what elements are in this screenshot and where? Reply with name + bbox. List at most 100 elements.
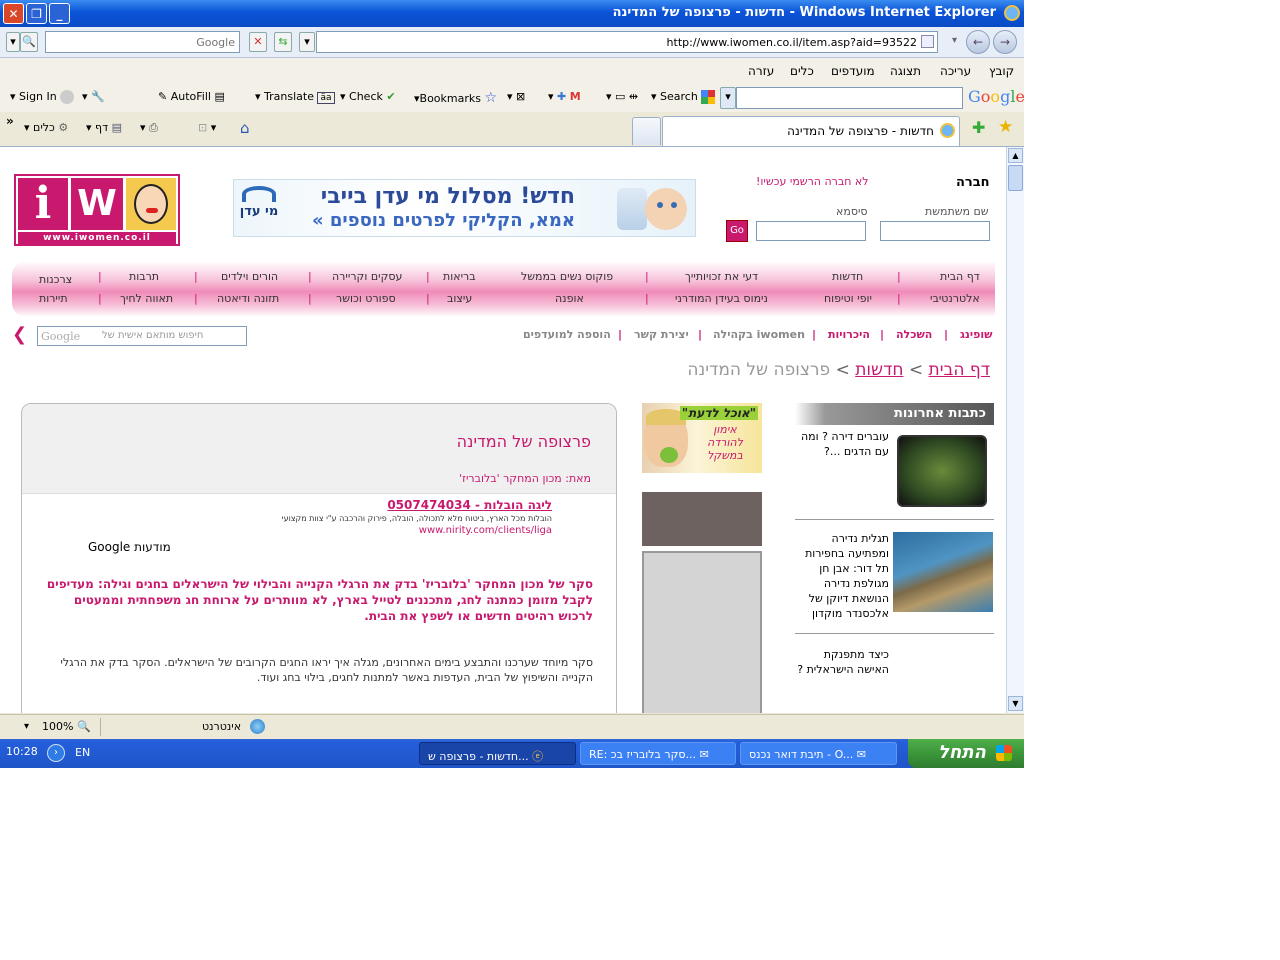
minimize-button[interactable]: _ (49, 3, 70, 24)
more-tools-chevron-icon[interactable]: » (6, 114, 14, 128)
autofill-button[interactable]: ✎ AutoFill ▤ (158, 90, 225, 103)
favorites-star-icon[interactable]: ★ (998, 117, 1013, 137)
subnav-community[interactable]: בקהילה iwomen (713, 328, 805, 341)
back-icon[interactable]: ← (966, 30, 990, 54)
menu-view[interactable]: תצוגה (890, 64, 921, 78)
latest-item[interactable]: תגלית נדירה ומפתיעה בחפירות תל דור: אבן … (795, 527, 994, 632)
nav-nutrition[interactable]: תזונה ודיאטה (217, 292, 279, 305)
ad-text: אימון להורדה במשקל (707, 423, 743, 462)
vertical-scrollbar[interactable]: ▲ ▼ (1006, 147, 1024, 713)
nav-tourism[interactable]: תיירות (39, 292, 68, 305)
address-field[interactable]: http://www.iwomen.co.il/item.asp?aid=935… (316, 31, 938, 53)
nav-news[interactable]: חדשות (832, 270, 863, 283)
breadcrumb-news[interactable]: חדשות (855, 360, 903, 380)
breadcrumb-home[interactable]: דף הבית (929, 360, 990, 380)
site-logo[interactable]: i W www.iwomen.co.il (14, 174, 180, 246)
nav-etiquette[interactable]: נימוס בעידן המודרני (675, 292, 768, 305)
ie-search-input[interactable] (45, 31, 240, 53)
username-input[interactable] (880, 221, 990, 241)
refresh-icon[interactable]: ⇆ (274, 32, 292, 52)
ad-title[interactable]: ליגה הובלות - 0507474034 (387, 498, 552, 512)
settings-wrench-icon[interactable]: ▾ 🔧 (82, 90, 105, 103)
start-button[interactable]: התחל (908, 739, 1024, 768)
menu-favorites[interactable]: מועדפים (831, 64, 875, 78)
google-search-dropdown-icon[interactable]: ▾ (720, 87, 736, 109)
nav-design[interactable]: עיצוב (447, 292, 472, 305)
page-menu-button[interactable]: ▾ דף ▤ (86, 121, 122, 134)
search-options-arrow-icon[interactable]: ▾ (6, 32, 20, 52)
print-button[interactable]: ▾ ⎙ (140, 121, 158, 135)
menu-edit[interactable]: עריכה (940, 64, 971, 78)
google-plus-icon[interactable]: ▾ ✚ M (548, 90, 581, 103)
ad-url[interactable]: www.nirity.com/clients/liga (419, 525, 552, 536)
diet-coaching-ad[interactable]: "אוכל לדעת" אימון להורדה במשקל (642, 403, 762, 473)
taskbar-item-ie[interactable]: חדשות - פרצופה ש... ⓔ (419, 742, 576, 765)
nav-health[interactable]: בריאות (443, 270, 476, 283)
nav-culture[interactable]: תרבות (129, 270, 159, 283)
tools-menu-button[interactable]: ▾ כלים ⚙ (24, 121, 68, 134)
forward-icon[interactable]: → (993, 30, 1017, 54)
breadcrumb-current: פרצופה של המדינה (687, 360, 831, 380)
menu-help[interactable]: עזרה (748, 64, 774, 78)
subnav-dating[interactable]: היכרויות (828, 328, 870, 341)
google-search-button[interactable]: ▾ Search (651, 90, 716, 104)
site-search-input[interactable]: Google חיפוש מותאם אישית של (37, 326, 247, 346)
google-search-input[interactable] (736, 87, 963, 109)
menu-tools[interactable]: כלים (790, 64, 814, 78)
subnav-add-favorites[interactable]: הוספה למועדפים (523, 328, 611, 341)
nav-sport[interactable]: ספורט וכושר (336, 292, 396, 305)
feeds-button[interactable]: ⊡ ▾ (198, 121, 216, 134)
latest-item-title[interactable]: תגלית נדירה ומפתיעה בחפירות תל דור: אבן … (799, 531, 889, 621)
nav-women-government[interactable]: פוקוס נשים בממשל (521, 270, 613, 283)
nav-food[interactable]: תאווה לחיך (120, 292, 173, 305)
language-indicator[interactable]: EN (75, 746, 90, 759)
latest-item[interactable]: עוברים דירה ? ומה עם הדגים ...? (795, 427, 994, 522)
bookmarks-button[interactable]: ▾Bookmarks ☆ (414, 90, 497, 106)
nav-beauty[interactable]: יופי וטיפוח (824, 292, 872, 305)
spell-check-button[interactable]: ▾ Check ✔ (340, 90, 396, 103)
search-icon[interactable]: 🔍 (20, 32, 38, 52)
login-title: חברה (956, 175, 990, 190)
taskbar-item-reply[interactable]: RE: סקר בלובריז בכ... ✉ (580, 742, 736, 765)
nav-fashion[interactable]: אופנה (555, 292, 584, 305)
search-go-arrow-icon[interactable]: ❮ (12, 326, 32, 346)
sign-in-button[interactable]: ▾ Sign In (10, 90, 75, 104)
latest-item-title[interactable]: כיצד מתפנקת האישה הישראלית ? (795, 647, 889, 677)
latest-item-title[interactable]: עוברים דירה ? ומה עם הדגים ...? (799, 429, 889, 459)
toolbar-buttons-icon[interactable]: ▾ ▭ ⇹ (606, 90, 638, 103)
nav-home[interactable]: דף הבית (940, 270, 980, 283)
mey-eden-banner[interactable]: מי עדן חדש! מסלול מי עדן בייבי אמא, הקלי… (233, 179, 696, 237)
home-icon[interactable]: ⌂ (240, 119, 250, 137)
restore-button[interactable]: ❐ (26, 3, 47, 24)
google-ads-label[interactable]: מודעות Google (88, 540, 171, 554)
divider (795, 633, 994, 634)
password-input[interactable] (756, 221, 866, 241)
language-bar-icon[interactable]: › (47, 744, 65, 762)
add-favorites-icon[interactable]: ✚ (972, 118, 985, 137)
subnav-contact[interactable]: יצירת קשר (634, 328, 689, 341)
close-button[interactable]: ✕ (3, 3, 24, 24)
menu-file[interactable]: קובץ (989, 64, 1014, 78)
nav-alternative[interactable]: אלטרנטיבי (930, 292, 980, 305)
popup-blocker-icon[interactable]: ▾ ⊠ (507, 90, 525, 103)
scroll-thumb[interactable] (1008, 165, 1023, 191)
subnav-shopping[interactable]: שופינג (960, 328, 993, 341)
nav-rights[interactable]: דעי את זכויותייך (685, 270, 758, 283)
register-link[interactable]: לא חברה הרשמי עכשיו! (756, 175, 869, 188)
zoom-dropdown-icon[interactable]: ▾ (24, 721, 29, 732)
zoom-level[interactable]: 100% 🔍 (42, 720, 91, 733)
scroll-down-arrow-icon[interactable]: ▼ (1008, 696, 1023, 711)
go-button[interactable]: Go (726, 220, 748, 242)
subnav-education[interactable]: השכלה (896, 328, 932, 341)
translate-button[interactable]: ▾ Translate äa (255, 90, 335, 104)
nav-consumer[interactable]: צרכנות (39, 273, 72, 286)
nav-parents-kids[interactable]: הורים וילדים (221, 270, 278, 283)
tab-active[interactable]: חדשות - פרצופה של המדינה (662, 116, 960, 146)
nav-business-career[interactable]: עסקים וקריירה (332, 270, 402, 283)
history-dropdown-icon[interactable]: ▾ (952, 35, 957, 46)
address-dropdown-icon[interactable]: ▾ (299, 32, 315, 52)
new-tab-button[interactable] (632, 117, 661, 145)
stop-icon[interactable]: ✕ (249, 32, 267, 52)
scroll-up-arrow-icon[interactable]: ▲ (1008, 148, 1023, 163)
taskbar-item-inbox[interactable]: תיבת דואר נכנס - O... ✉ (740, 742, 897, 765)
